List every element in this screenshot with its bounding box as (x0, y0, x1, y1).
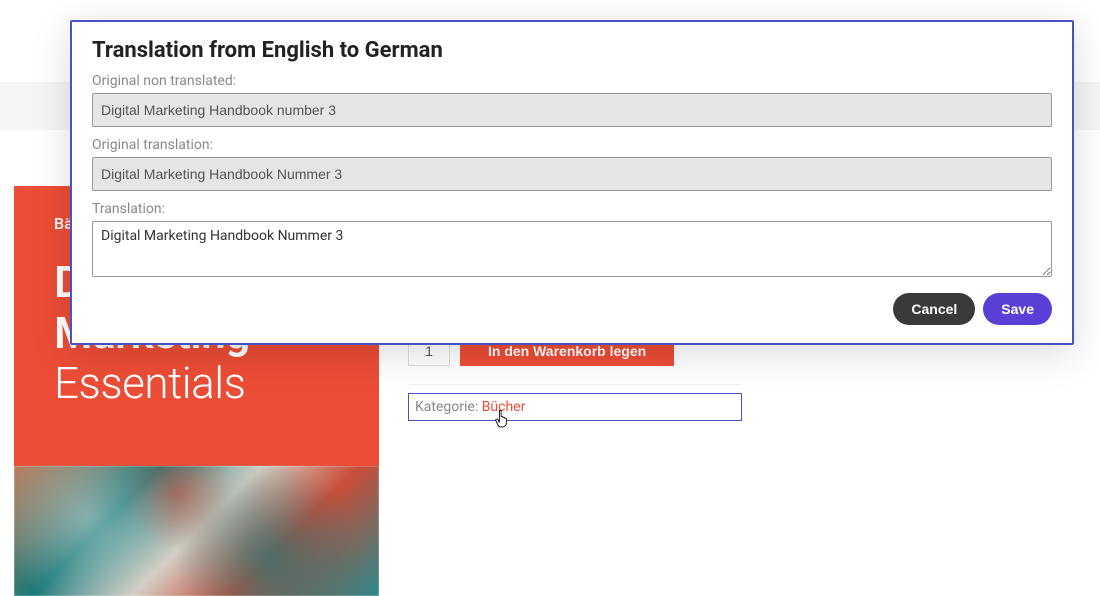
cancel-button[interactable]: Cancel (893, 293, 975, 325)
original-label: Original non translated: (92, 73, 1052, 89)
category-box[interactable]: Kategorie: Bücher (408, 393, 742, 421)
modal-actions: Cancel Save (92, 293, 1052, 325)
translation-field[interactable] (92, 221, 1052, 277)
modal-title: Translation from English to German (92, 38, 1052, 63)
orig-trans-label: Original translation: (92, 137, 1052, 153)
translation-modal: Translation from English to German Origi… (70, 20, 1074, 345)
category-link[interactable]: Bücher (482, 399, 526, 415)
original-field (92, 93, 1052, 127)
save-button[interactable]: Save (983, 293, 1052, 325)
cover-line3: Essentials (54, 357, 245, 409)
product-art (14, 466, 379, 596)
translation-label: Translation: (92, 201, 1052, 217)
category-label: Kategorie: (415, 399, 482, 415)
orig-trans-field (92, 157, 1052, 191)
